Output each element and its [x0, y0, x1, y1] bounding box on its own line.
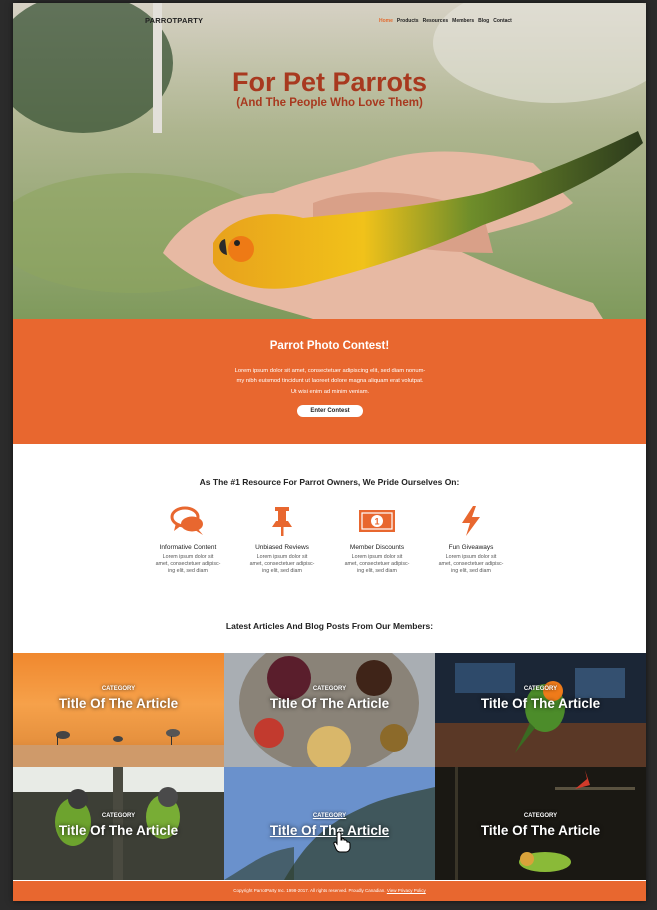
- article-category[interactable]: CATEGORY: [435, 686, 646, 692]
- feature-fun-giveaways: Fun Giveaways Lorem ipsum dolor sit amet…: [426, 505, 516, 575]
- feature-desc-line: ing elit, sed diam: [262, 568, 302, 574]
- nav-item-resources[interactable]: Resources: [423, 18, 449, 24]
- feature-unbiased-reviews: Unbiased Reviews Lorem ipsum dolor sit a…: [237, 505, 327, 575]
- nav-item-home[interactable]: Home: [379, 18, 393, 24]
- hero-photo: [13, 3, 646, 319]
- feature-desc-line: ing elit, sed diam: [168, 568, 208, 574]
- contest-section: Parrot Photo Contest! Lorem ipsum dolor …: [13, 319, 646, 444]
- feature-desc-line: amet, consectetuer adipisc-: [155, 561, 221, 567]
- contest-body-line: my nibh euismod tincidunt ut laoreet dol…: [236, 378, 424, 385]
- article-category[interactable]: CATEGORY: [435, 813, 646, 819]
- article-card[interactable]: CATEGORY Title Of The Article: [224, 767, 435, 880]
- feature-title: Member Discounts: [349, 544, 405, 551]
- feature-desc-line: ing elit, sed diam: [451, 568, 491, 574]
- feature-desc-line: amet, consectetuer adipisc-: [438, 561, 504, 567]
- article-category[interactable]: CATEGORY: [13, 813, 224, 819]
- feature-title: Informative Content: [159, 544, 217, 551]
- nav-item-products[interactable]: Products: [397, 18, 419, 24]
- article-card[interactable]: CATEGORY Title Of The Article: [224, 653, 435, 767]
- feature-title: Unbiased Reviews: [255, 544, 309, 551]
- enter-contest-button[interactable]: Enter Contest: [297, 405, 363, 417]
- hero-title: For Pet Parrots: [231, 67, 428, 97]
- feature-title: Fun Giveaways: [448, 544, 494, 551]
- feature-desc-line: Lorem ipsum dolor sit: [351, 554, 403, 560]
- hand-cursor-icon: [333, 831, 351, 853]
- feature-desc-line: Lorem ipsum dolor sit: [256, 554, 308, 560]
- footer: Copyright ParrotParty Inc. 1998-2017. Al…: [13, 881, 646, 901]
- chat-bubbles-icon: [170, 506, 203, 535]
- article-card[interactable]: CATEGORY Title Of The Article: [435, 767, 646, 880]
- lightning-icon: [462, 506, 480, 536]
- feature-desc: Lorem ipsum dolor sit amet, consectetuer…: [143, 554, 233, 575]
- article-title[interactable]: Title Of The Article: [13, 823, 224, 838]
- contest-body: Lorem ipsum dolor sit amet, consectetuer…: [205, 366, 455, 397]
- hero-subtitle: (And The People Who Love Them): [236, 97, 423, 109]
- contest-body-line: Lorem ipsum dolor sit amet, consectetuer…: [234, 368, 426, 374]
- nav-item-contact[interactable]: Contact: [493, 18, 512, 24]
- top-navbar: PARROTPARTY Home Products Resources Memb…: [13, 3, 646, 33]
- article-title[interactable]: Title Of The Article: [13, 696, 224, 711]
- article-card[interactable]: CATEGORY Title Of The Article: [13, 653, 224, 767]
- feature-informative-content: Informative Content Lorem ipsum dolor si…: [143, 505, 233, 575]
- web-page: PARROTPARTY Home Products Resources Memb…: [13, 3, 646, 901]
- article-title[interactable]: Title Of The Article: [224, 823, 435, 838]
- feature-member-discounts: 1 Member Discounts Lorem ipsum dolor sit…: [332, 505, 422, 575]
- article-category[interactable]: CATEGORY: [224, 813, 435, 819]
- brand-logo[interactable]: PARROTPARTY: [145, 16, 203, 25]
- feature-desc: Lorem ipsum dolor sit amet, consectetuer…: [426, 554, 516, 575]
- hero-banner: PARROTPARTY Home Products Resources Memb…: [13, 3, 646, 319]
- articles-grid: CATEGORY Title Of The Article CATEGORY T…: [13, 653, 646, 880]
- feature-desc-line: Lorem ipsum dolor sit: [445, 554, 497, 560]
- features-heading: As The #1 Resource For Parrot Owners, We…: [199, 477, 460, 487]
- feature-desc-line: ing elit, sed diam: [357, 568, 397, 574]
- nav-item-blog[interactable]: Blog: [478, 18, 489, 24]
- article-card[interactable]: CATEGORY Title Of The Article: [435, 653, 646, 767]
- article-title[interactable]: Title Of The Article: [224, 696, 435, 711]
- svg-text:1: 1: [374, 517, 379, 527]
- footer-copyright: Copyright ParrotParty Inc. 1998-2017. Al…: [233, 888, 386, 893]
- article-category[interactable]: CATEGORY: [224, 686, 435, 692]
- feature-desc-line: amet, consectetuer adipisc-: [249, 561, 315, 567]
- contest-body-line: Ut wisi enim ad minim veniam.: [290, 388, 370, 395]
- pushpin-icon: [272, 507, 292, 536]
- privacy-policy-link[interactable]: View Privacy Policy: [387, 888, 426, 893]
- feature-desc: Lorem ipsum dolor sit amet, consectetuer…: [237, 554, 327, 575]
- feature-desc-line: amet, consectetuer adipisc-: [344, 561, 410, 567]
- article-title[interactable]: Title Of The Article: [435, 823, 646, 838]
- feature-desc: Lorem ipsum dolor sit amet, consectetuer…: [332, 554, 422, 575]
- article-card[interactable]: CATEGORY Title Of The Article: [13, 767, 224, 880]
- money-icon: 1: [359, 510, 395, 532]
- nav-item-members[interactable]: Members: [452, 18, 474, 24]
- latest-articles-heading: Latest Articles And Blog Posts From Our …: [225, 621, 434, 631]
- article-title[interactable]: Title Of The Article: [435, 696, 646, 711]
- article-category[interactable]: CATEGORY: [13, 686, 224, 692]
- feature-desc-line: Lorem ipsum dolor sit: [162, 554, 214, 560]
- contest-title: Parrot Photo Contest!: [269, 340, 390, 352]
- main-nav: Home Products Resources Members Blog Con…: [379, 18, 512, 24]
